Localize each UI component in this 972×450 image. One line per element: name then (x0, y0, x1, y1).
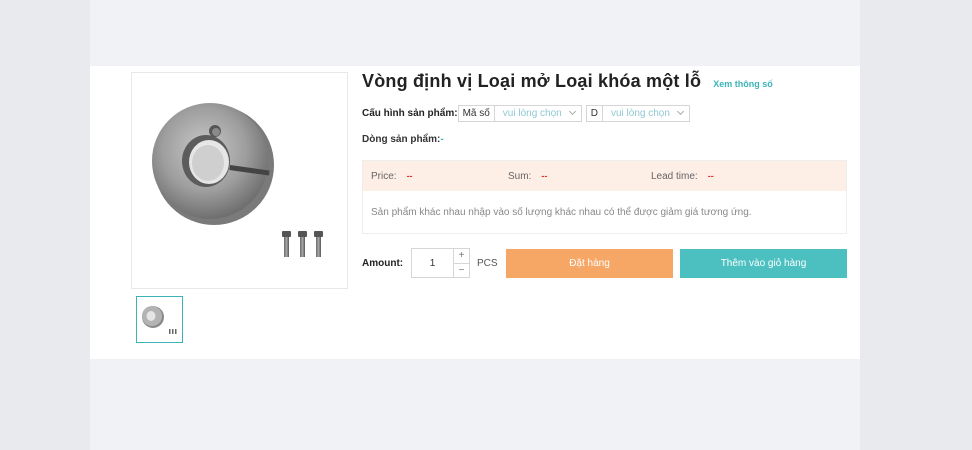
diameter-select[interactable]: D vui lòng chọn (585, 104, 690, 122)
config-label: Cấu hình sản phẩm: (362, 107, 458, 119)
product-main-image[interactable] (131, 72, 348, 289)
discount-note: Sản phẩm khác nhau nhập vào số lượng khá… (371, 207, 752, 218)
unit-label: PCS (477, 257, 498, 269)
code-field-name: Mã số (459, 105, 495, 121)
stepper-buttons: + − (454, 249, 469, 277)
increment-button[interactable]: + (454, 249, 469, 263)
product-thumbnail[interactable] (136, 296, 183, 343)
price-header: Price: -- Sum: -- Lead time: -- (363, 161, 846, 191)
code-select-placeholder[interactable]: vui lòng chọn (495, 106, 581, 121)
add-to-cart-button[interactable]: Thêm vào giỏ hàng (680, 248, 847, 278)
product-line-value: - (440, 134, 444, 145)
diameter-placeholder-text: vui lòng chọn (610, 107, 670, 119)
title-row: Vòng định vị Loại mở Loại khóa một lỗ Xe… (362, 71, 773, 95)
purchase-row: Amount: 1 + − PCS Đặt hàng Thêm vào giỏ … (362, 248, 847, 278)
screws-image (282, 231, 323, 257)
product-line-label: Dòng sản phẩm: (362, 134, 441, 145)
price-label: Price: (371, 170, 397, 182)
quantity-input[interactable]: 1 (412, 249, 454, 277)
lead-time-label: Lead time: (651, 170, 698, 182)
chevron-down-icon (568, 107, 576, 116)
product-title: Vòng định vị Loại mở Loại khóa một lỗ (362, 71, 702, 91)
product-config-row: Cấu hình sản phẩm: Mã số vui lòng chọn D… (362, 104, 690, 122)
quantity-stepper: 1 + − (411, 248, 470, 278)
sum-value: -- (541, 171, 548, 181)
order-button[interactable]: Đặt hàng (506, 248, 673, 278)
price-value: -- (406, 171, 413, 181)
collar-ring-image (152, 103, 323, 257)
diameter-select-placeholder[interactable]: vui lòng chọn (603, 106, 689, 121)
lead-time-value: -- (707, 171, 714, 181)
code-select[interactable]: Mã số vui lòng chọn (457, 104, 582, 122)
chevron-down-icon (676, 107, 684, 116)
diameter-field-name: D (587, 105, 603, 121)
amount-label: Amount: (362, 257, 404, 269)
view-specs-link[interactable]: Xem thông số (713, 79, 773, 89)
sum-label: Sum: (508, 170, 532, 182)
price-box: Price: -- Sum: -- Lead time: -- Sản phẩm… (362, 160, 847, 234)
lead-time-cell: Lead time: -- (651, 171, 714, 182)
code-placeholder-text: vui lòng chọn (502, 107, 562, 119)
product-line-row: Dòng sản phẩm:- (362, 134, 444, 145)
thumbnail-image (142, 306, 177, 334)
price-cell: Price: -- (363, 171, 508, 182)
decrement-button[interactable]: − (454, 262, 469, 278)
sum-cell: Sum: -- (508, 171, 651, 182)
